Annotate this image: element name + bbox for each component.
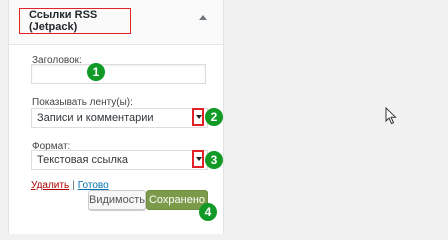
caret-down-icon — [196, 115, 202, 119]
feed-select[interactable]: Записи и комментарии — [31, 108, 208, 128]
delete-link[interactable]: Удалить — [31, 180, 69, 191]
format-select-value: Текстовая ссылка — [37, 154, 129, 166]
feed-field-label: Показывать ленту(ы): — [32, 97, 133, 108]
format-select[interactable]: Текстовая ссылка — [31, 150, 208, 170]
link-separator: | — [72, 180, 75, 191]
caret-down-icon — [196, 157, 202, 161]
chevron-up-icon[interactable] — [199, 15, 207, 20]
annotation-badge-2: 2 — [205, 108, 223, 126]
title-input[interactable] — [31, 64, 206, 84]
mouse-pointer-icon — [385, 107, 397, 125]
feed-select-value: Записи и комментарии — [37, 112, 154, 124]
save-button[interactable]: Сохранено — [146, 190, 208, 210]
rss-links-widget: Ссылки RSS (Jetpack) Заголовок: Показыва… — [8, 0, 224, 234]
feed-dropdown-button[interactable] — [192, 108, 204, 126]
annotation-badge-1: 1 — [87, 63, 105, 81]
format-dropdown-button[interactable] — [192, 150, 204, 168]
annotation-badge-4: 4 — [199, 203, 217, 221]
visibility-button[interactable]: Видимость — [88, 190, 146, 210]
left-background — [0, 0, 8, 234]
widget-header[interactable]: Ссылки RSS (Jetpack) — [9, 0, 223, 45]
annotation-badge-3: 3 — [205, 151, 223, 169]
widget-title: Ссылки RSS (Jetpack) — [19, 8, 131, 34]
